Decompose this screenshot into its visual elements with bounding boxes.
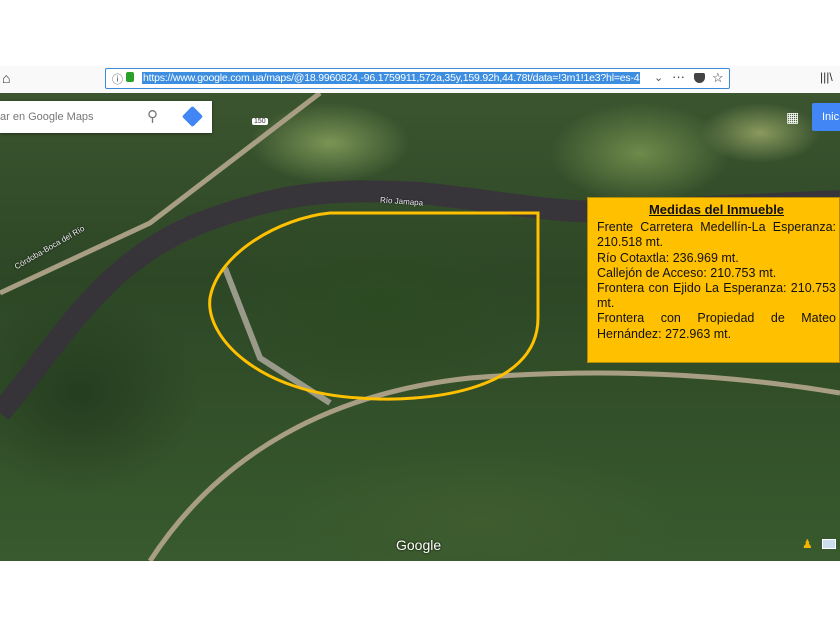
measure-4: Frontera con Ejido La Esperanza: 210.753… (597, 281, 836, 311)
info-icon[interactable]: ⓘ (112, 71, 123, 87)
lock-icon (126, 72, 134, 82)
library-icon[interactable]: |||\ (820, 70, 833, 84)
pegman-icon[interactable]: ♟ (802, 537, 813, 551)
highway-shield: 150 (252, 118, 268, 125)
apps-grid-icon[interactable]: ▦ (786, 109, 799, 126)
search-box[interactable]: ar en Google Maps ⚲ (0, 101, 212, 133)
access-lane (222, 266, 332, 406)
search-icon[interactable]: ⚲ (147, 107, 158, 125)
url-text[interactable]: https://www.google.com.ua/maps/@18.99608… (142, 72, 641, 84)
property-measurements-box: Medidas del Inmueble Frente Carretera Me… (587, 197, 840, 363)
directions-icon[interactable] (181, 105, 204, 128)
search-input[interactable]: ar en Google Maps (0, 111, 94, 123)
chevron-down-icon[interactable]: ⌄ (654, 71, 663, 84)
pocket-icon[interactable] (694, 73, 705, 83)
measure-5: Frontera con Propiedad de Mateo Hernánde… (597, 311, 836, 341)
more-icon[interactable]: ··· (672, 69, 685, 84)
box-title: Medidas del Inmueble (648, 202, 785, 217)
road-south (147, 370, 840, 561)
address-bar[interactable]: ⓘ https://www.google.com.ua/maps/@18.996… (105, 68, 730, 89)
google-logo: Google (396, 537, 442, 553)
measure-1: Frente Carretera Medellín-La Esperanza: … (597, 220, 836, 250)
property-outline (208, 211, 540, 401)
sign-in-button[interactable]: Inic (812, 103, 840, 131)
measure-2: Río Cotaxtla: 236.969 mt. (597, 250, 739, 265)
measure-3: Callejón de Acceso: 210.753 mt. (597, 265, 777, 280)
bookmark-star-icon[interactable]: ☆ (712, 70, 724, 86)
home-icon[interactable]: ⌂ (2, 70, 10, 86)
browser-toolbar: ⌂ ⓘ https://www.google.com.ua/maps/@18.9… (0, 66, 840, 93)
imagery-icon[interactable] (822, 539, 836, 549)
